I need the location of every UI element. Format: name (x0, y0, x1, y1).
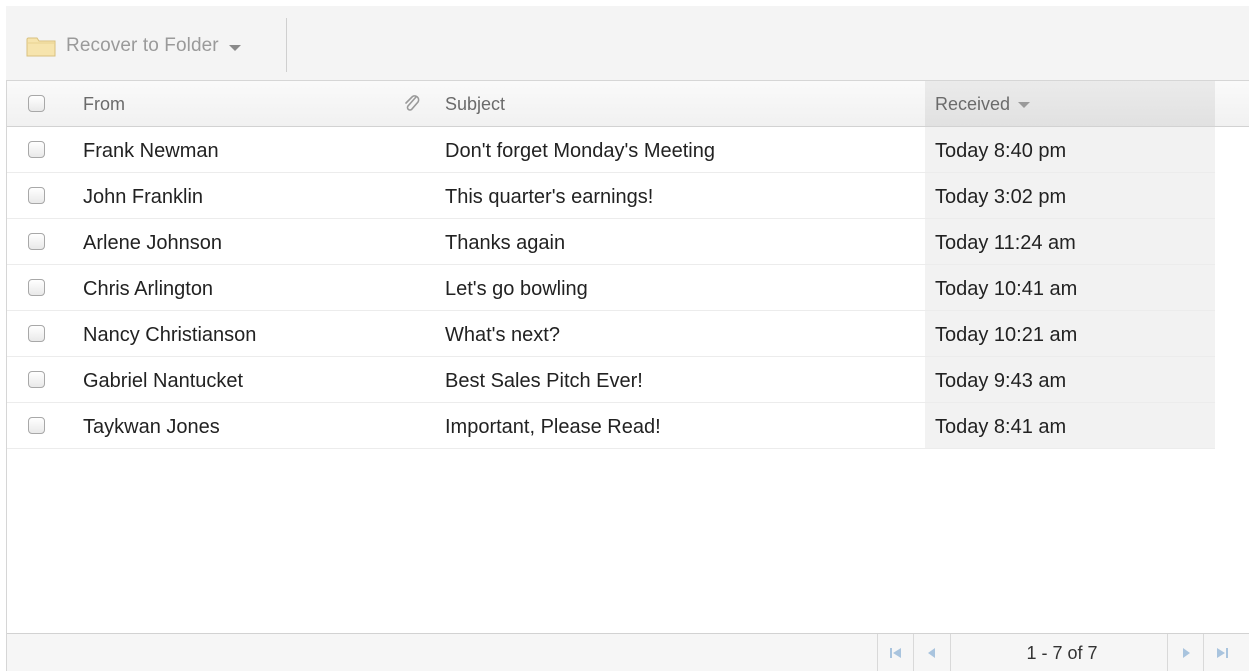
prev-page-button[interactable] (915, 634, 949, 671)
table-row[interactable]: Arlene Johnson Thanks again Today 11:24 … (7, 219, 1215, 265)
message-grid: From Subject Received Frank Newman Don't… (6, 80, 1249, 671)
table-row[interactable]: Chris Arlington Let's go bowling Today 1… (7, 265, 1215, 311)
row-checkbox[interactable] (28, 371, 45, 388)
received-cell: Today 11:24 am (935, 232, 1076, 254)
last-page-button[interactable] (1205, 634, 1239, 671)
from-cell: Frank Newman (83, 140, 219, 162)
from-cell: Arlene Johnson (83, 232, 222, 254)
page-info: 1 - 7 of 7 (1026, 643, 1098, 663)
toolbar: Recover to Folder (6, 6, 1249, 80)
row-checkbox[interactable] (28, 187, 45, 204)
column-header-received-label: Received (935, 94, 1011, 114)
subject-cell: Best Sales Pitch Ever! (445, 370, 643, 392)
column-header-from[interactable]: From (83, 94, 125, 115)
grid-header: From Subject Received (7, 81, 1249, 127)
from-cell: John Franklin (83, 186, 204, 208)
recover-to-folder-label: Recover to Folder (66, 35, 219, 56)
chevron-down-icon (228, 44, 241, 51)
prev-page-icon (928, 648, 935, 658)
row-checkbox[interactable] (28, 279, 45, 296)
first-page-icon (890, 648, 901, 658)
last-page-icon (1217, 648, 1228, 658)
recover-to-folder-button[interactable]: Recover to Folder (26, 28, 241, 64)
from-cell: Taykwan Jones (83, 416, 220, 438)
from-cell: Nancy Christianson (83, 324, 257, 346)
next-page-icon (1183, 648, 1190, 658)
row-checkbox[interactable] (28, 141, 45, 158)
column-header-received[interactable]: Received (935, 94, 1031, 115)
subject-cell: Don't forget Monday's Meeting (445, 140, 715, 162)
received-cell: Today 10:21 am (935, 324, 1078, 346)
first-page-button[interactable] (879, 634, 913, 671)
pager-bar: 1 - 7 of 7 (7, 633, 1249, 671)
table-row[interactable]: Frank Newman Don't forget Monday's Meeti… (7, 127, 1215, 173)
table-row[interactable]: Gabriel Nantucket Best Sales Pitch Ever!… (7, 357, 1215, 403)
subject-cell: What's next? (445, 324, 560, 346)
row-checkbox[interactable] (28, 233, 45, 250)
pager-divider (877, 634, 878, 671)
received-cell: Today 3:02 pm (935, 186, 1067, 208)
next-page-button[interactable] (1169, 634, 1203, 671)
pager-divider (1203, 634, 1204, 671)
received-cell: Today 10:41 am (935, 278, 1078, 300)
row-checkbox[interactable] (28, 325, 45, 342)
table-row[interactable]: Nancy Christianson What's next? Today 10… (7, 311, 1215, 357)
received-cell: Today 8:41 am (935, 416, 1067, 438)
subject-cell: Let's go bowling (445, 278, 588, 300)
received-cell: Today 8:40 pm (935, 140, 1067, 162)
subject-cell: This quarter's earnings! (445, 186, 654, 208)
row-checkbox[interactable] (28, 417, 45, 434)
table-row[interactable]: John Franklin This quarter's earnings! T… (7, 173, 1215, 219)
toolbar-divider (286, 18, 287, 72)
subject-cell: Important, Please Read! (445, 416, 661, 438)
received-cell: Today 9:43 am (935, 370, 1067, 392)
select-all-checkbox[interactable] (28, 95, 45, 112)
pager-divider (950, 634, 951, 671)
pager-divider (1167, 634, 1168, 671)
from-cell: Chris Arlington (83, 278, 214, 300)
folder-icon (26, 37, 56, 57)
column-header-subject[interactable]: Subject (445, 94, 505, 115)
from-cell: Gabriel Nantucket (83, 370, 244, 392)
sort-desc-icon (1018, 102, 1031, 109)
pager-divider (913, 634, 914, 671)
paperclip-icon (405, 95, 420, 111)
recover-items-dialog: Recover to Folder From Subject Received … (0, 0, 1249, 671)
table-row[interactable]: Taykwan Jones Important, Please Read! To… (7, 403, 1215, 449)
subject-cell: Thanks again (445, 232, 566, 254)
